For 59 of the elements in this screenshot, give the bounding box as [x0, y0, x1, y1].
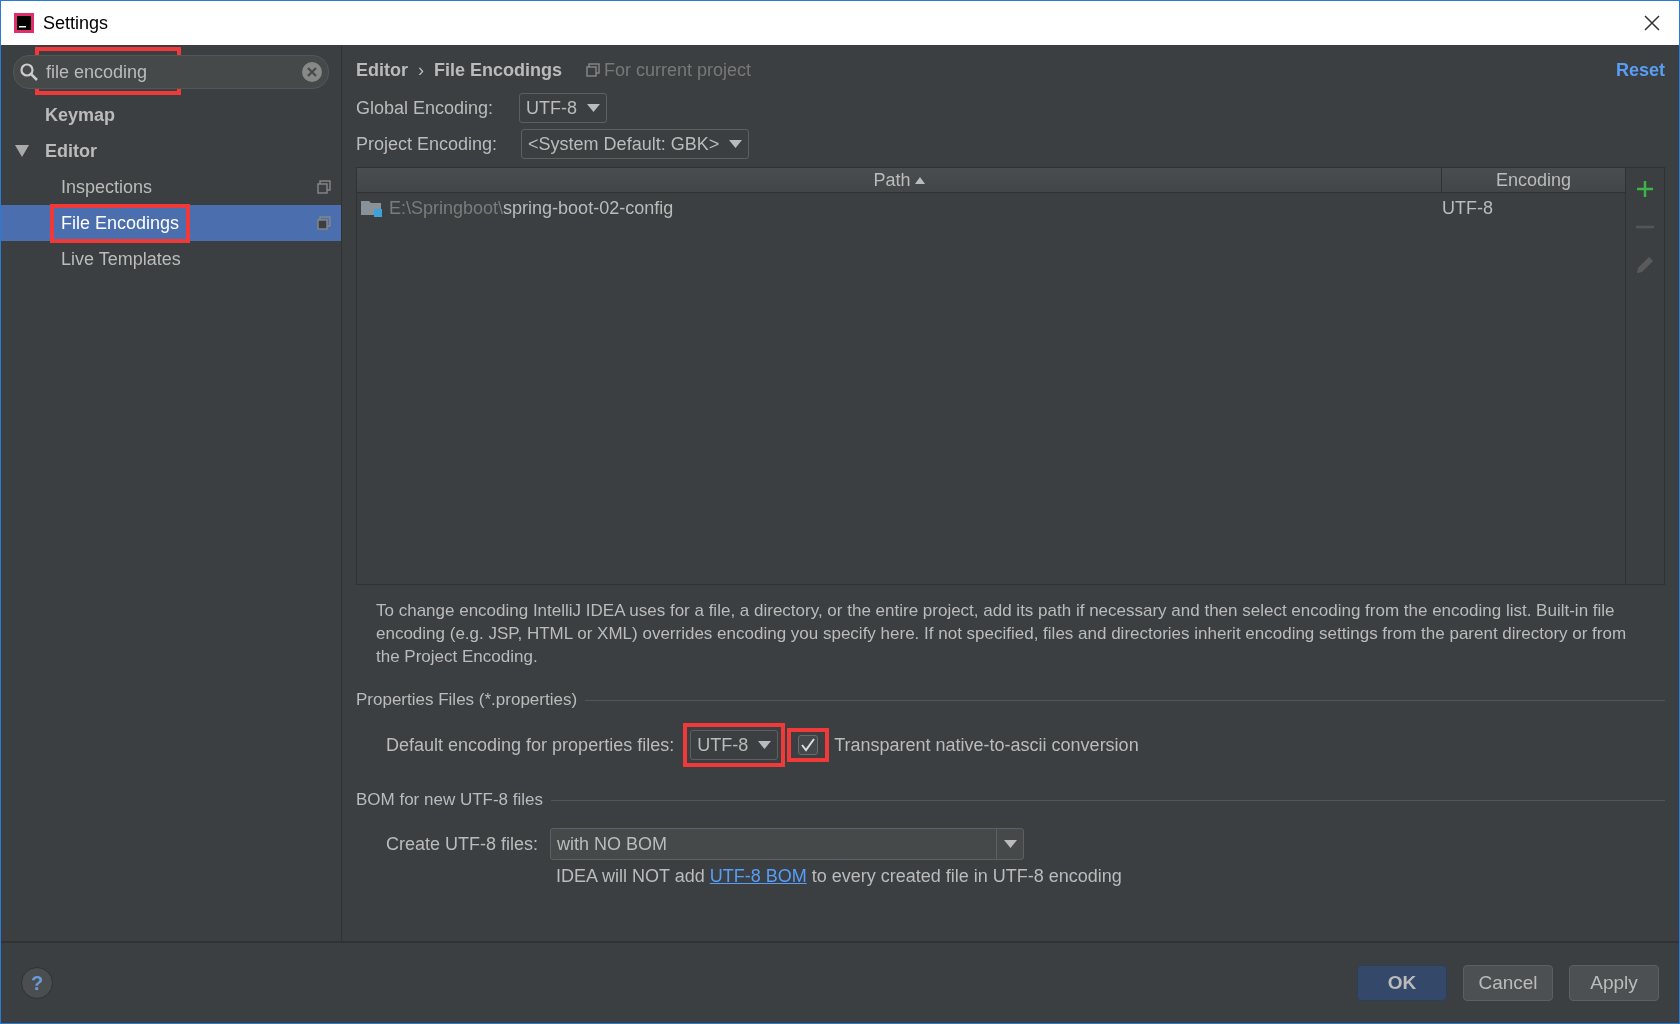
encoding-dropdown[interactable]: UTF-8	[690, 730, 779, 760]
clear-icon[interactable]	[302, 62, 322, 82]
tree-item[interactable]: Editor	[1, 133, 341, 169]
tree-item-label: Inspections	[60, 175, 154, 199]
dialog-button[interactable]: Cancel	[1463, 965, 1553, 1001]
field-label: Create UTF-8 files:	[386, 833, 539, 855]
column-header[interactable]: Path	[357, 168, 1441, 192]
encoding-dropdown[interactable]: <System Default: GBK>	[521, 129, 750, 159]
add-button[interactable]	[1634, 178, 1656, 200]
expand-arrow-icon[interactable]	[15, 145, 29, 157]
column-header[interactable]: Encoding	[1441, 168, 1625, 192]
field-label: Global Encoding:	[356, 97, 494, 119]
project-icon	[317, 180, 331, 194]
dropdown-arrow-icon	[1003, 840, 1017, 848]
field-label: Project Encoding:	[356, 133, 498, 155]
plus-icon	[1636, 180, 1654, 198]
tree-item[interactable]: Inspections	[1, 169, 341, 205]
app-logo-icon	[13, 12, 35, 34]
tree-item[interactable]: File Encodings	[1, 205, 341, 241]
bom-dropdown[interactable]: with NO BOM	[550, 828, 1025, 860]
sort-up-icon	[914, 176, 925, 184]
project-icon	[317, 216, 331, 230]
dialog-button[interactable]: OK	[1357, 965, 1447, 1001]
tree-item-label: File Encodings	[60, 211, 181, 235]
window-title: Settings	[43, 12, 109, 34]
table-cell: E:\Springboot\spring-boot-02-config	[357, 197, 1436, 219]
scope-label: For current project	[604, 59, 752, 81]
tree-item[interactable]: Live Templates	[1, 241, 341, 277]
dropdown-arrow-icon	[758, 741, 772, 749]
dropdown-arrow-icon	[587, 104, 601, 112]
checkmark-icon	[801, 738, 816, 752]
table-cell-text: UTF-8	[1441, 197, 1494, 219]
bom-link[interactable]: UTF-8 BOM	[709, 866, 807, 886]
section-title: Properties Files (*.properties)	[356, 690, 578, 710]
bom-note: IDEA will NOT add UTF-8 BOM to every created file in UTF-8 encoding	[556, 866, 1123, 887]
dropdown-arrow-icon	[729, 140, 743, 148]
search-input[interactable]: file encoding	[44, 61, 296, 83]
tree-item-label: Live Templates	[60, 247, 182, 271]
checkbox-label: Transparent native-to-ascii conversion	[834, 734, 1139, 756]
reset-link[interactable]: Reset	[1615, 59, 1665, 81]
dialog-button[interactable]: Apply	[1569, 965, 1659, 1001]
breadcrumb-separator: ›	[418, 59, 424, 81]
section-title: BOM for new UTF-8 files	[356, 790, 544, 810]
project-icon	[586, 63, 600, 77]
checkbox[interactable]	[798, 735, 819, 755]
tree-item-label: Editor	[44, 139, 98, 163]
description-text: To change encoding IntelliJ IDEA uses for a file, a directory, or the entire project, add its path if necessary and then select encoding from the encoding list. Built-in file encoding (e.g. JSP, HTML or XML) overrides encoding you specify here. If not specified, files and directories inherit encoding settings from the parent directory or from the Project Encoding.	[376, 600, 1628, 668]
search-field[interactable]: file encoding	[13, 55, 329, 89]
tree-item[interactable]: Keymap	[1, 97, 341, 133]
pencil-icon	[1636, 256, 1654, 274]
encoding-dropdown[interactable]: UTF-8	[519, 93, 608, 123]
help-button[interactable]: ?	[21, 967, 53, 999]
breadcrumb-item: File Encodings	[434, 59, 562, 81]
search-icon	[20, 63, 38, 81]
close-icon	[1644, 15, 1660, 31]
breadcrumb-item: Editor	[356, 59, 408, 81]
field-label: Default encoding for properties files:	[386, 734, 675, 756]
folder-icon	[361, 199, 383, 217]
tree-item-label: Keymap	[44, 103, 117, 127]
